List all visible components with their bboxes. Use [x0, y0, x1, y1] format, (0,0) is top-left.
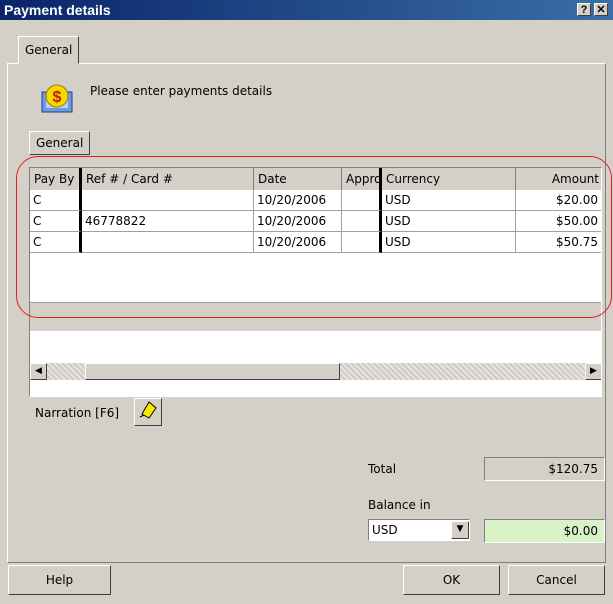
total-label: Total — [368, 462, 397, 476]
title-bar: Payment details ? ✕ — [0, 0, 613, 20]
window-title: Payment details — [4, 2, 111, 18]
note-icon — [139, 401, 157, 419]
horizontal-scrollbar[interactable]: ◀ ▶ — [30, 363, 601, 380]
close-button[interactable]: ✕ — [594, 3, 608, 16]
total-value: $120.75 — [484, 457, 605, 481]
scroll-right-icon[interactable]: ▶ — [585, 363, 601, 380]
narration-button[interactable] — [134, 398, 162, 426]
balance-label: Balance in — [368, 498, 431, 512]
tab-general-inner[interactable]: General — [29, 131, 91, 155]
narration-label: Narration [F6] — [35, 406, 120, 420]
balance-currency-value: USD — [372, 523, 398, 537]
balance-value: $0.00 — [484, 519, 605, 543]
balance-currency-select[interactable]: USD ▼ — [368, 519, 470, 541]
tab-general-inner-label: General — [36, 136, 84, 150]
scroll-thumb[interactable] — [85, 363, 340, 380]
highlight-annotation — [16, 156, 612, 318]
help-button[interactable]: Help — [8, 565, 111, 595]
prompt-text: Please enter payments details — [90, 84, 273, 98]
tab-general-outer[interactable]: General — [18, 36, 80, 64]
scroll-left-icon[interactable]: ◀ — [30, 363, 47, 380]
ok-button[interactable]: OK — [403, 565, 500, 595]
help-question-button[interactable]: ? — [577, 3, 591, 16]
money-icon: $ — [40, 82, 74, 116]
svg-text:$: $ — [53, 89, 62, 106]
tab-general-outer-label: General — [25, 43, 73, 57]
dropdown-arrow-icon[interactable]: ▼ — [451, 521, 469, 539]
cancel-button[interactable]: Cancel — [508, 565, 605, 595]
